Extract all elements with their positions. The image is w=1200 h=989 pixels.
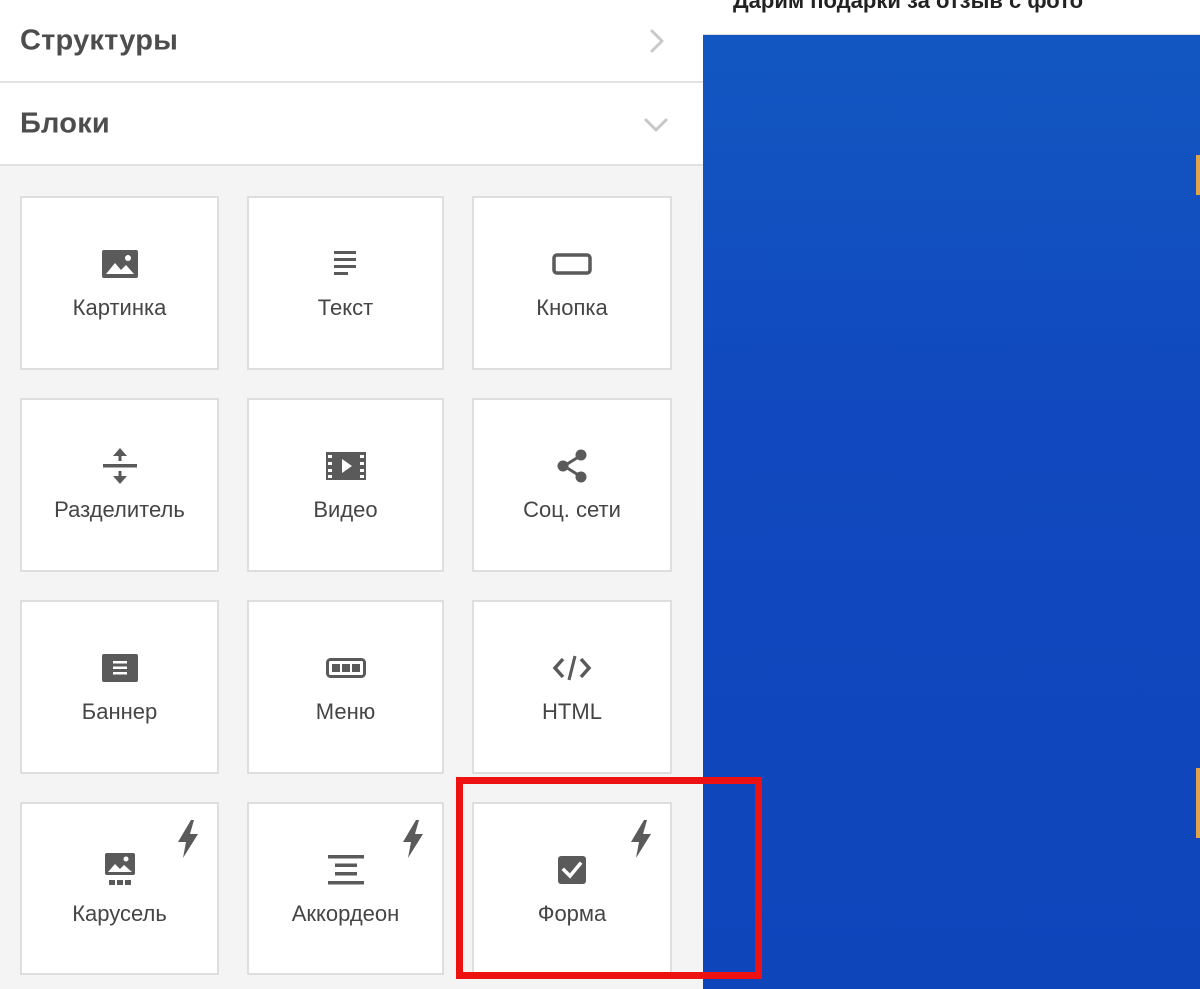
- tile-menu[interactable]: Меню: [247, 600, 444, 774]
- code-icon: [552, 650, 592, 686]
- tile-label: Картинка: [72, 295, 167, 320]
- tile-button[interactable]: Кнопка: [472, 196, 672, 370]
- video-icon: [325, 448, 366, 484]
- tile-form[interactable]: Форма: [472, 802, 672, 975]
- bolt-icon: [403, 820, 423, 858]
- tile-label: Карусель: [72, 901, 167, 926]
- banner-icon: [100, 650, 140, 686]
- tile-label: Аккордеон: [291, 901, 400, 926]
- button-icon: [552, 246, 592, 282]
- divider-icon: [100, 448, 140, 484]
- tile-banner[interactable]: Баннер: [20, 600, 219, 774]
- tile-accordion[interactable]: Аккордеон: [247, 802, 444, 975]
- tile-label: Меню: [315, 699, 376, 724]
- tile-label: Баннер: [81, 699, 158, 724]
- accordion-icon: [326, 852, 366, 888]
- tile-label: Разделитель: [54, 497, 185, 522]
- menu-icon: [325, 650, 366, 686]
- bolt-icon: [178, 820, 198, 858]
- bolt-icon: [631, 820, 651, 858]
- structures-section-header[interactable]: Структуры: [0, 0, 703, 83]
- editor-panel: Структуры Блоки Картинка Текст Кнопка Ра…: [0, 0, 703, 989]
- carousel-icon: [100, 852, 140, 888]
- text-lines-icon: [326, 246, 366, 282]
- tile-label: Кнопка: [536, 295, 608, 320]
- preview-header-text: Дарим подарки за отзыв с фото: [733, 0, 1084, 13]
- tile-video[interactable]: Видео: [247, 398, 444, 572]
- tile-image[interactable]: Картинка: [20, 196, 219, 370]
- tile-label: Текст: [317, 295, 374, 320]
- tile-html[interactable]: HTML: [472, 600, 672, 774]
- tile-text[interactable]: Текст: [247, 196, 444, 370]
- blocks-grid: Картинка Текст Кнопка Разделитель Видео …: [0, 166, 703, 989]
- tile-carousel[interactable]: Карусель: [20, 802, 219, 975]
- tile-label: Видео: [313, 497, 378, 522]
- preview-header-strip: Дарим подарки за отзыв с фото: [703, 0, 1200, 35]
- preview-banner-area[interactable]: [703, 35, 1200, 989]
- share-icon: [552, 448, 592, 484]
- email-preview[interactable]: Дарим подарки за отзыв с фото: [703, 0, 1200, 989]
- preview-edge-accent: [1196, 155, 1200, 195]
- blocks-title: Блоки: [20, 107, 110, 139]
- chevron-right-icon: [650, 29, 664, 52]
- tile-social[interactable]: Соц. сети: [472, 398, 672, 572]
- structures-title: Структуры: [20, 24, 179, 56]
- tile-divider[interactable]: Разделитель: [20, 398, 219, 572]
- tile-label: Соц. сети: [523, 497, 621, 522]
- checkbox-icon: [552, 852, 592, 888]
- preview-edge-accent: [1196, 768, 1200, 838]
- tile-label: HTML: [542, 699, 602, 724]
- blocks-section-header[interactable]: Блоки: [0, 83, 703, 166]
- chevron-down-icon: [644, 118, 668, 131]
- image-icon: [100, 246, 140, 282]
- tile-label: Форма: [537, 901, 607, 926]
